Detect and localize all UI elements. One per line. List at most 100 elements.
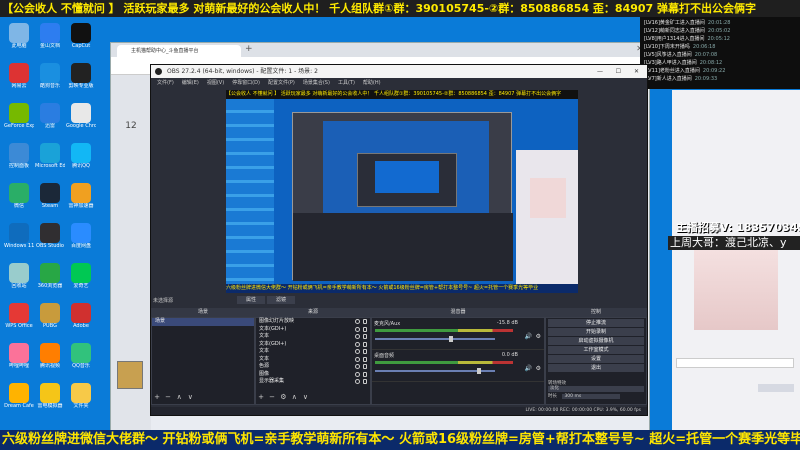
move-up-icon[interactable]: ∧ xyxy=(291,393,297,401)
source-item[interactable]: 文本 xyxy=(256,356,370,364)
control-button[interactable]: 开始录制 xyxy=(548,328,644,336)
source-item[interactable]: 色源 xyxy=(256,363,370,371)
speaker-icon[interactable]: 🔊 xyxy=(525,365,532,372)
desktop-icon[interactable]: 回收站 xyxy=(4,263,34,289)
desktop-icon[interactable]: GeForce Experience xyxy=(4,103,34,129)
obs-preview-canvas[interactable]: 【公会收人 不懂就问 】 活跃玩家最多 对萌新最好的公会收人中！ 千人组队群①群… xyxy=(226,90,578,293)
menu-item[interactable]: 停靠窗口(D) xyxy=(232,80,260,86)
remove-source-icon[interactable]: − xyxy=(269,393,275,401)
source-item[interactable]: 文本 xyxy=(256,348,370,356)
volume-slider-knob[interactable] xyxy=(449,336,454,342)
close-icon[interactable]: ✕ xyxy=(634,65,639,78)
gear-icon[interactable]: ⚙ xyxy=(280,393,286,401)
desktop-icon[interactable]: WPS Office xyxy=(4,303,34,329)
desktop-icon[interactable]: 网易云 xyxy=(4,63,34,89)
gear-icon[interactable]: ⚙ xyxy=(536,365,541,372)
desktop-icon[interactable]: QQ音乐 xyxy=(66,343,96,369)
filters-button[interactable]: 滤镜 xyxy=(267,296,295,304)
desktop-icon[interactable]: 腾讯视频 xyxy=(35,343,65,369)
add-scene-icon[interactable]: + xyxy=(154,393,160,401)
source-item[interactable]: 文本(GDI+) xyxy=(256,341,370,349)
control-button[interactable]: 停止推流 xyxy=(548,319,644,327)
source-item[interactable]: 文本(GDI+) xyxy=(256,326,370,334)
lock-icon[interactable] xyxy=(363,371,367,377)
desktop-icon[interactable]: 360浏览器 xyxy=(35,263,65,289)
lock-icon[interactable] xyxy=(363,349,367,354)
desktop-icon[interactable]: CapCut xyxy=(66,23,96,49)
lock-icon[interactable] xyxy=(363,379,367,384)
menu-item[interactable]: 配置文件(P) xyxy=(268,80,295,86)
desktop-icon[interactable]: 控制面板 xyxy=(4,143,34,169)
desktop-icon[interactable]: 剪映专业版 xyxy=(66,63,96,89)
lock-icon[interactable] xyxy=(363,334,367,339)
properties-button[interactable]: 属性 xyxy=(237,296,265,304)
desktop-icon[interactable]: 腾讯QQ xyxy=(66,143,96,169)
move-down-icon[interactable]: ∨ xyxy=(187,393,193,401)
desktop-icon[interactable]: 微信 xyxy=(4,183,34,209)
minimize-icon[interactable]: — xyxy=(597,65,603,78)
visibility-eye-icon[interactable] xyxy=(355,349,360,354)
lock-icon[interactable] xyxy=(363,364,367,369)
visibility-eye-icon[interactable] xyxy=(355,364,360,369)
menu-item[interactable]: 视图(V) xyxy=(207,80,224,86)
visibility-eye-icon[interactable] xyxy=(355,356,360,362)
menu-item[interactable]: 场景集合(S) xyxy=(303,80,330,86)
desktop-icon[interactable]: 迅雷 xyxy=(35,103,65,129)
no-source-selected-label: 未选择源 xyxy=(153,298,174,304)
lock-icon[interactable] xyxy=(363,341,367,347)
scene-item[interactable]: 场景 xyxy=(152,318,254,326)
add-source-icon[interactable]: + xyxy=(258,393,264,401)
desktop-icon[interactable]: Google Chrome xyxy=(66,103,96,129)
chat-input[interactable] xyxy=(676,358,794,368)
send-button[interactable] xyxy=(758,384,794,392)
menu-item[interactable]: 工具(T) xyxy=(338,80,355,86)
desktop-icon[interactable]: 此电脑 xyxy=(4,23,34,49)
menu-item[interactable]: 帮助(H) xyxy=(363,80,381,86)
visibility-eye-icon[interactable] xyxy=(355,326,360,332)
transition-select[interactable]: 淡化 xyxy=(548,386,644,392)
desktop-icon[interactable]: 酷狗音乐 xyxy=(35,63,65,89)
desktop-icon[interactable]: OBS Studio xyxy=(35,223,65,249)
source-item[interactable]: 图像幻灯片放映 xyxy=(256,318,370,326)
source-item[interactable]: 文本 xyxy=(256,333,370,341)
volume-slider-knob[interactable] xyxy=(477,368,481,374)
desktop-icon[interactable]: Adobe xyxy=(66,303,96,329)
desktop-icon[interactable]: Microsoft Edge xyxy=(35,143,65,169)
menu-item[interactable]: 文件(F) xyxy=(157,80,174,86)
desktop-icon[interactable]: Dream Cafe xyxy=(4,383,34,409)
lock-icon[interactable] xyxy=(363,356,367,362)
desktop-icon[interactable]: 雷电模拟器 xyxy=(35,383,65,409)
new-tab-icon[interactable]: + xyxy=(245,44,253,54)
control-button[interactable]: 工作室模式 xyxy=(548,346,644,354)
desktop-icon[interactable]: 雷神加速器 xyxy=(66,183,96,209)
desktop-icon[interactable]: 爱奇艺 xyxy=(66,263,96,289)
lock-icon[interactable] xyxy=(363,326,367,332)
remove-scene-icon[interactable]: − xyxy=(165,393,171,401)
duration-input[interactable]: 300 ms xyxy=(562,394,621,399)
visibility-eye-icon[interactable] xyxy=(355,319,360,324)
volume-slider[interactable] xyxy=(375,338,495,340)
visibility-eye-icon[interactable] xyxy=(355,341,360,347)
visibility-eye-icon[interactable] xyxy=(355,334,360,339)
control-button[interactable]: 退出 xyxy=(548,364,644,372)
desktop-icon[interactable]: Steam xyxy=(35,183,65,209)
gear-icon[interactable]: ⚙ xyxy=(536,333,541,340)
desktop-icon[interactable]: 哔哩哔哩 xyxy=(4,343,34,369)
maximize-icon[interactable]: ☐ xyxy=(616,65,621,78)
browser-tab[interactable]: 主机猫帮助中心_斗鱼直播平台 xyxy=(117,45,241,57)
desktop-icon[interactable]: PUBG xyxy=(35,303,65,329)
control-button[interactable]: 启动虚拟摄像机 xyxy=(548,337,644,345)
desktop-icon[interactable]: 百度网盘 xyxy=(66,223,96,249)
source-item[interactable]: 图像 xyxy=(256,371,370,379)
visibility-eye-icon[interactable] xyxy=(355,379,360,384)
move-up-icon[interactable]: ∧ xyxy=(176,393,182,401)
move-down-icon[interactable]: ∨ xyxy=(302,393,308,401)
desktop-icon[interactable]: Windows 11 xyxy=(4,223,34,249)
desktop-icon[interactable]: 文件夹 xyxy=(66,383,96,409)
visibility-eye-icon[interactable] xyxy=(355,371,360,377)
menu-item[interactable]: 编辑(E) xyxy=(182,80,199,86)
desktop-icon[interactable]: 金山文档 xyxy=(35,23,65,49)
speaker-icon[interactable]: 🔊 xyxy=(525,333,532,340)
lock-icon[interactable] xyxy=(363,319,367,324)
control-button[interactable]: 设置 xyxy=(548,355,644,363)
